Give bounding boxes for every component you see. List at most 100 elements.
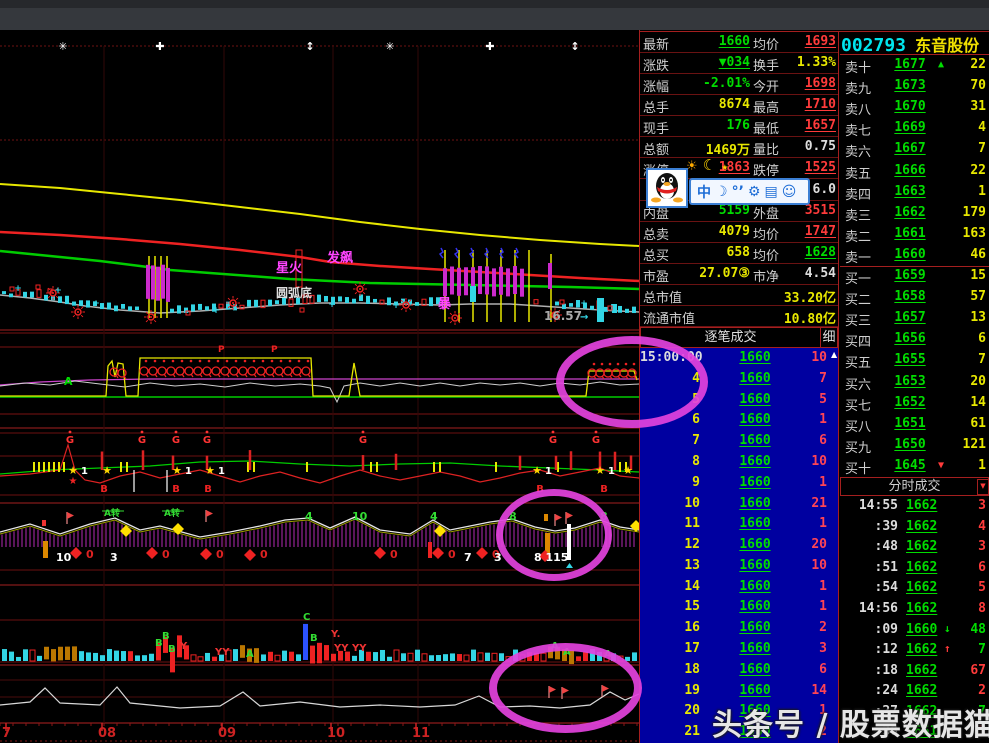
ladder-row[interactable]: 买八165161 [840,414,989,435]
time-sales-row[interactable]: :5416625 [840,578,989,599]
ime-moon-icon[interactable]: ☽ [715,184,728,200]
ladder-row[interactable]: 卖十1677▲22 [840,55,989,76]
svg-text:发飙: 发飙 [326,250,353,266]
tick-row[interactable]: 2116602 [640,722,838,743]
tick-row[interactable]: 716606 [640,431,838,452]
tick-row[interactable]: 13166010 [640,556,838,577]
tick-volume: 3 [770,641,827,656]
ladder-volume: 22 [948,57,986,72]
ime-smiley-icon[interactable]: ☺ [782,184,797,200]
tick-row[interactable]: 416607 [640,369,838,390]
tick-row[interactable]: 1416601 [640,577,838,598]
qq-ime-toolbar[interactable]: 中 ☽°’⚙▤ ☺ [689,178,810,205]
tick-volume: 6 [770,662,827,677]
svg-text:B: B [100,484,108,495]
svg-text:1: 1 [81,466,88,477]
ladder-row[interactable]: 买五16557 [840,350,989,371]
quote-label: 均价 [753,245,779,264]
ime-wrench-icon[interactable]: ⚙ [748,184,761,200]
tick-volume: 1 [770,599,827,614]
svg-text:+: + [14,284,22,294]
tick-row[interactable]: 1716603 [640,639,838,660]
time-sales-row[interactable]: 14:5516623 [840,496,989,517]
time-sales-row[interactable]: 14:5616628 [840,599,989,620]
ladder-row[interactable]: 卖七16694 [840,118,989,139]
time-sales-list[interactable]: 14:5516623:3916624:4816623:5116626:54166… [840,496,989,743]
qq-penguin-logo[interactable] [646,168,688,208]
ladder-row[interactable]: 买一165915 [840,266,989,287]
sale-time: :12 [840,642,898,657]
ladder-volume: 7 [948,352,986,367]
ime-punctuation-icon[interactable]: °’ [732,184,744,200]
tick-row[interactable]: 12166020 [640,535,838,556]
tick-row[interactable]: 19166014 [640,681,838,702]
ladder-row[interactable]: 卖六16677 [840,139,989,160]
time-sales-row[interactable]: :091660↓48 [840,620,989,641]
ladder-row[interactable]: 卖五166622 [840,161,989,182]
tick-detail-button[interactable]: 细 [820,327,838,348]
tick-row[interactable]: 516605 [640,390,838,411]
quote-row: 涨幅-2.01%今开1698 [640,74,838,95]
ladder-row[interactable]: 卖九167370 [840,76,989,97]
ladder-row[interactable]: 买六165320 [840,372,989,393]
tick-row[interactable]: 15:00:00166010 [640,348,838,369]
ladder-level-label: 买二 [845,289,871,308]
svg-text:+: + [212,306,220,316]
tick-volume: 2 [770,620,827,635]
ime-mode-chinese-button[interactable]: 中 [697,182,711,202]
ladder-row[interactable]: 买十1645▼1 [840,456,989,477]
trading-terminal: ✳✚↕✳✚↕+++++++星火发飙圆弧底暴16.57→PPAGGGGGGG★★★… [0,0,989,743]
tick-scroll-up-icon[interactable]: ▲ [831,350,837,359]
tick-row[interactable]: 10166021 [640,494,838,515]
quote-label: 总额 [643,139,669,158]
time-sales-row[interactable]: :4816623 [840,537,989,558]
time-sales-row[interactable]: :2416622 [840,681,989,702]
ladder-volume: 22 [948,163,986,178]
ladder-row[interactable]: 卖二1661163 [840,224,989,245]
ladder-row[interactable]: 卖三1662179 [840,203,989,224]
ime-keyboard-icon[interactable]: ▤ [764,184,777,200]
tick-row[interactable]: 8166010 [640,452,838,473]
quote-label: 换手 [753,55,779,74]
time-sales-row[interactable]: :301661↑3 [840,722,989,743]
quote-row: 现手176最低1657 [640,116,838,137]
ladder-volume: 46 [948,247,986,262]
main-chart[interactable]: ✳✚↕✳✚↕+++++++星火发飙圆弧底暴16.57→PPAGGGGGGG★★★… [0,0,640,743]
time-sales-row[interactable]: :2716627 [840,702,989,723]
time-sales-row[interactable]: :5116626 [840,558,989,579]
svg-text:+: + [92,299,100,309]
tick-row[interactable]: 1516601 [640,597,838,618]
tick-list[interactable]: 15:00:0016601041660751660561660171660681… [640,348,838,743]
time-sales-row[interactable]: :3916624 [840,517,989,538]
sale-time: 14:56 [840,601,898,616]
tick-row[interactable]: 2016601 [640,701,838,722]
ladder-row[interactable]: 卖一166046 [840,245,989,266]
quote-row: 市盈27.07③市净4.54 [640,264,838,285]
ladder-row[interactable]: 买四16566 [840,329,989,350]
time-sales-row[interactable]: :121662↑7 [840,640,989,661]
sale-price: 1662 [906,519,937,534]
ladder-row[interactable]: 买三165713 [840,308,989,329]
svg-text:G: G [172,435,180,446]
tick-time: 15:00:00 [640,350,700,365]
sale-time: :30 [840,724,898,739]
tick-row[interactable]: 1616602 [640,618,838,639]
ladder-row[interactable]: 买七165214 [840,393,989,414]
tick-row[interactable]: 616601 [640,410,838,431]
svg-text:A: A [604,649,612,660]
tick-row[interactable]: 1816606 [640,660,838,681]
tick-row[interactable]: 1116601 [640,514,838,535]
quote-value: 1628 [783,245,836,260]
svg-text:16.57: 16.57 [544,309,582,323]
time-sales-corner-icon[interactable]: ▼ [977,479,989,495]
ladder-row[interactable]: 卖四16631 [840,182,989,203]
svg-text:09: 09 [218,726,236,741]
ladder-row[interactable]: 卖八167031 [840,97,989,118]
svg-text:1: 1 [545,466,552,477]
tick-row[interactable]: 916601 [640,473,838,494]
ladder-row[interactable]: 买二165857 [840,287,989,308]
time-sales-row[interactable]: :18166267 [840,661,989,682]
quote-label: 总手 [643,97,669,116]
tick-volume: 5 [770,392,827,407]
ladder-row[interactable]: 买九1650121 [840,435,989,456]
